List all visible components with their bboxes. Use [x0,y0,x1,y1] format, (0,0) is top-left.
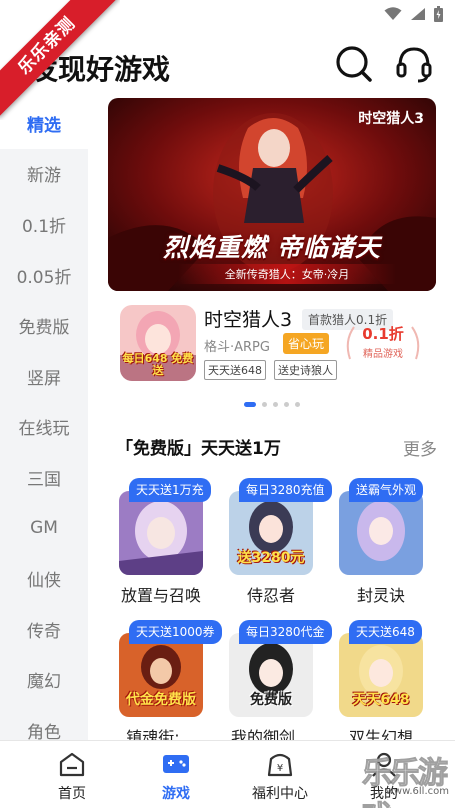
game-card-image: 天天648 [339,633,423,717]
gift-icon: ¥ [267,753,293,777]
banner-subtitle: 全新传奇猎人：女帝·冷月 [178,264,396,284]
more-link[interactable]: 更多 [403,435,437,460]
sidebar-item-label: 在线玩 [18,419,70,440]
sidebar-item-label: GM [30,518,58,539]
game-card-name: 封灵诀 [356,586,405,605]
game-card[interactable]: 送霸气外观 封灵诀 [332,478,442,618]
search-icon [336,46,372,82]
game-card-tag: 每日3280代金 [239,620,332,644]
seal-rate: 0.1折 [362,325,404,343]
gamepad-icon [163,755,189,773]
wifi-icon [384,7,402,20]
sidebar-item-label: 魔幻 [27,672,61,693]
sidebar-item-label: 传奇 [27,621,61,642]
sidebar-item-label: 0.05折 [16,267,72,288]
game-card[interactable]: 送3280元 每日3280充值 侍忍者 [222,478,332,618]
sidebar-item-label: 三国 [27,469,61,490]
signal-icon [411,8,425,20]
svg-text:¥: ¥ [277,763,283,774]
sidebar-item-0-1-discount[interactable]: 0.1折 [0,199,88,250]
sidebar-item-portrait[interactable]: 竖屏 [0,351,88,402]
watermark-text: 乐乐游戏 [362,756,449,808]
game-card-image [339,491,423,575]
featured-game-icon: 每日648 免费送 [120,305,196,381]
carousel-dot[interactable] [261,402,267,407]
carousel-dot[interactable] [243,402,256,407]
game-card[interactable]: 代金免费版 天天送1000券 镇魂街:… [112,620,222,740]
tab-label: 首页 [58,786,86,802]
battery-icon [434,6,443,22]
main-content: 时空猎人3 烈焰重燃 帝临诸天 全新传奇猎人：女帝·冷月 每日648 免费送 时… [88,98,455,740]
ribbon-text: 乐乐亲测 [0,0,119,118]
sidebar-item-xianxia[interactable]: 仙侠 [0,553,88,604]
game-card-image [119,491,203,575]
game-card[interactable]: 天天648 天天送648 双生幻想 [332,620,442,740]
carousel-dot[interactable] [294,402,300,407]
game-card-image: 送3280元 [229,491,313,575]
featured-game-chip: 送史诗狼人 [274,360,337,380]
tab-home[interactable]: 首页 [22,741,122,808]
sidebar-item-rpg[interactable]: 角色 [0,705,88,740]
sidebar-item-free[interactable]: 免费版 [0,300,88,351]
game-card[interactable]: 天天送1万充 放置与召唤 [112,478,222,618]
featured-game-chip: 天天送648 [204,360,266,380]
sidebar-item-new[interactable]: 新游 [0,149,88,200]
game-card-tag: 天天送1000券 [129,620,222,644]
carousel-dot[interactable] [272,402,278,407]
game-card-tag: 每日3280充值 [239,478,332,502]
tab-label: 游戏 [162,786,190,802]
game-card-name: 放置与召唤 [120,586,201,605]
tab-games[interactable]: 游戏 [126,741,226,808]
promo-banner[interactable]: 时空猎人3 烈焰重燃 帝临诸天 全新传奇猎人：女帝·冷月 [108,98,436,291]
game-card-art-text: 免费版 [250,692,292,708]
sidebar-item-label: 竖屏 [27,368,61,389]
game-card-art-text: 代金免费版 [126,692,196,708]
sidebar-item-0-05-discount[interactable]: 0.05折 [0,250,88,301]
game-card-image: 代金免费版 [119,633,203,717]
watermark: 乐乐游戏 www.6ll.com [362,742,455,808]
featured-icon-text: 每日648 免费送 [122,352,194,377]
game-card-art-text: 天天648 [352,692,410,708]
banner-slogan: 烈焰重燃 帝临诸天 [163,233,381,262]
carousel-dot[interactable] [283,402,289,407]
game-card-name: 侍忍者 [246,586,295,605]
discount-seal: 0.1折 精品游戏 [342,319,424,365]
carousel-indicator [88,402,455,407]
customer-service-button[interactable] [394,44,434,84]
game-card-tag: 天天送648 [349,620,422,644]
sidebar-item-label: 0.1折 [21,216,67,237]
sidebar-item-online[interactable]: 在线玩 [0,402,88,453]
featured-game[interactable]: 每日648 免费送 时空猎人3 首款猎人0.1折 格斗·ARPG 省心玩 天天送… [108,303,438,383]
featured-game-name: 时空猎人3 [204,309,293,331]
section-title: 「免费版」天天送1万 [116,439,281,459]
category-sidebar: 精选 新游 0.1折 0.05折 免费版 竖屏 在线玩 三国 GM 仙侠 传奇 … [0,98,88,740]
banner-logo: 时空猎人3 [358,111,424,127]
seal-text: 精品游戏 [363,349,403,360]
featured-game-genre: 格斗·ARPG [204,340,270,355]
search-button[interactable] [334,44,374,84]
corner-ribbon: 乐乐亲测 [0,0,120,120]
game-card-tag: 天天送1万充 [129,478,211,502]
sidebar-item-legend[interactable]: 传奇 [0,604,88,655]
sidebar-item-gm[interactable]: GM [0,503,88,554]
sidebar-item-label: 仙侠 [27,571,61,592]
sidebar-item-label: 免费版 [18,318,70,339]
sidebar-item-fantasy[interactable]: 魔幻 [0,655,88,706]
game-card-name: 镇魂街:… [126,728,196,740]
game-card-tag: 送霸气外观 [349,478,424,502]
sidebar-item-label: 角色 [27,722,61,740]
tab-welfare[interactable]: ¥ 福利中心 [230,741,330,808]
game-card-image: 免费版 [229,633,313,717]
game-card[interactable]: 免费版 每日3280代金 我的御剑… [222,620,332,740]
home-icon [59,752,85,777]
tab-label: 福利中心 [252,786,308,802]
game-card-name: 我的御剑… [230,728,311,740]
game-card-art-text: 送3280元 [237,550,305,566]
headset-icon [396,47,432,83]
sidebar-item-label: 新游 [27,166,61,187]
watermark-url: www.6ll.com [385,786,449,797]
game-card-name: 双生幻想 [348,728,413,740]
featured-game-badge: 省心玩 [283,333,330,354]
sidebar-item-three-kingdoms[interactable]: 三国 [0,452,88,503]
